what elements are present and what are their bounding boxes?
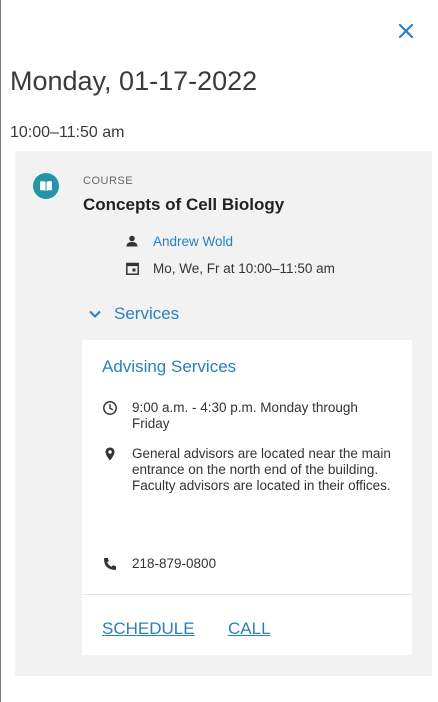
service-location-row: General advisors are located near the ma…: [102, 446, 392, 494]
instructor-row: Andrew Wold: [124, 233, 233, 249]
close-icon: [398, 23, 414, 39]
services-toggle-label: Services: [114, 304, 180, 323]
card-divider: [82, 594, 412, 595]
course-book-icon: [33, 173, 59, 199]
service-location: General advisors are located near the ma…: [132, 446, 391, 493]
course-name: Concepts of Cell Biology: [83, 195, 285, 214]
service-hours: 9:00 a.m. - 4:30 p.m. Monday through Fri…: [132, 400, 358, 431]
event-time-range: 10:00–11:50 am: [10, 124, 125, 141]
course-panel: COURSE Concepts of Cell Biology Andrew W…: [15, 151, 432, 676]
person-icon: [124, 233, 140, 249]
service-title[interactable]: Advising Services: [102, 357, 236, 377]
event-date: Monday, 01-17-2022: [10, 66, 258, 96]
location-pin-icon: [105, 447, 115, 461]
meeting-schedule: Mo, We, Fr at 10:00–11:50 am: [153, 260, 335, 276]
instructor-link[interactable]: Andrew Wold: [153, 234, 233, 249]
call-link[interactable]: CALL: [228, 619, 271, 639]
service-card: Advising Services 9:00 a.m. - 4:30 p.m. …: [82, 340, 412, 655]
services-toggle[interactable]: Services: [88, 304, 179, 324]
schedule-link[interactable]: SCHEDULE: [102, 619, 195, 639]
phone-icon: [104, 558, 116, 570]
clock-icon: [103, 401, 117, 415]
close-button[interactable]: [394, 18, 418, 42]
calendar-icon: [124, 260, 140, 276]
course-label: COURSE: [83, 175, 134, 187]
chevron-down-icon: [89, 310, 101, 318]
meeting-schedule-row: Mo, We, Fr at 10:00–11:50 am: [124, 260, 335, 276]
left-border: [0, 0, 1, 702]
service-phone-row: 218-879-0800: [102, 556, 216, 572]
service-hours-row: 9:00 a.m. - 4:30 p.m. Monday through Fri…: [102, 400, 392, 432]
service-phone: 218-879-0800: [132, 556, 217, 571]
